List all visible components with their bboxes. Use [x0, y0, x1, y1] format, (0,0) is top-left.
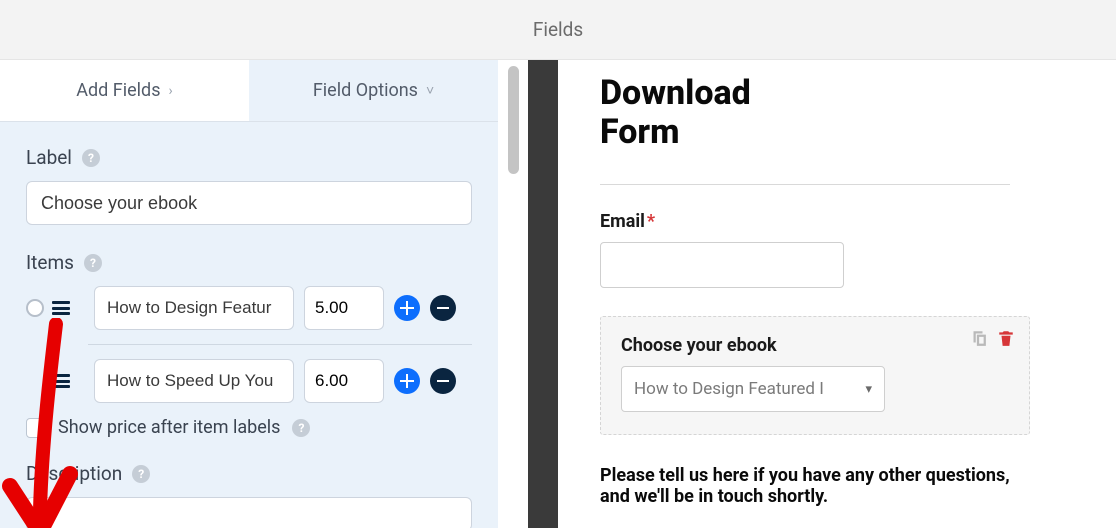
- tab-add-fields-label: Add Fields: [76, 80, 160, 101]
- show-price-checkbox[interactable]: [26, 418, 46, 438]
- page-title: Fields: [533, 18, 583, 41]
- drag-handle-icon[interactable]: [52, 374, 70, 388]
- chevron-right-icon: ›: [168, 83, 172, 99]
- ebook-field-label: Choose your ebook: [621, 335, 777, 356]
- form-note: Please tell us here if you have any othe…: [600, 465, 1020, 507]
- item-separator: [88, 344, 472, 345]
- label-input[interactable]: [26, 181, 472, 225]
- email-field[interactable]: [600, 242, 844, 288]
- remove-item-button[interactable]: [430, 368, 456, 394]
- label-section-heading: Label: [26, 146, 72, 169]
- chevron-down-icon: ▾: [865, 382, 872, 397]
- chevron-down-icon: ˅: [426, 82, 434, 99]
- remove-item-button[interactable]: [430, 295, 456, 321]
- show-price-label: Show price after item labels: [58, 417, 280, 438]
- help-icon[interactable]: ?: [82, 149, 100, 167]
- ebook-field-block[interactable]: Choose your ebook How to Design Featured…: [600, 316, 1030, 435]
- required-asterisk: *: [647, 211, 655, 232]
- drag-handle-icon[interactable]: [52, 301, 70, 315]
- default-radio[interactable]: [26, 299, 44, 317]
- items-section-heading: Items: [26, 251, 74, 274]
- canvas-gutter: [528, 60, 558, 528]
- scrollbar-thumb[interactable]: [508, 66, 519, 174]
- description-section-heading: Description: [26, 462, 122, 485]
- email-label: Email: [600, 211, 645, 232]
- item-price-input[interactable]: [304, 359, 384, 403]
- help-icon[interactable]: ?: [132, 465, 150, 483]
- form-preview: Download Form Email* Choose your ebook H…: [558, 60, 1116, 528]
- add-item-button[interactable]: [394, 295, 420, 321]
- help-icon[interactable]: ?: [84, 254, 102, 272]
- trash-icon[interactable]: [997, 329, 1015, 347]
- duplicate-icon[interactable]: [969, 329, 987, 347]
- tab-field-options[interactable]: Field Options ˅: [249, 60, 498, 121]
- item-price-input[interactable]: [304, 286, 384, 330]
- ebook-select-value: How to Design Featured I: [634, 379, 824, 399]
- item-row: [26, 359, 472, 403]
- help-icon[interactable]: ?: [292, 419, 310, 437]
- form-title-line2: Form: [600, 113, 1074, 152]
- divider: [600, 184, 1010, 185]
- tab-field-options-label: Field Options: [313, 80, 418, 101]
- item-name-input[interactable]: [94, 359, 294, 403]
- form-title-line1: Download: [600, 74, 1074, 113]
- description-input[interactable]: [26, 497, 472, 528]
- add-item-button[interactable]: [394, 368, 420, 394]
- ebook-select[interactable]: How to Design Featured I ▾: [621, 366, 885, 412]
- item-name-input[interactable]: [94, 286, 294, 330]
- item-row: [26, 286, 472, 330]
- tab-add-fields[interactable]: Add Fields ›: [0, 60, 249, 121]
